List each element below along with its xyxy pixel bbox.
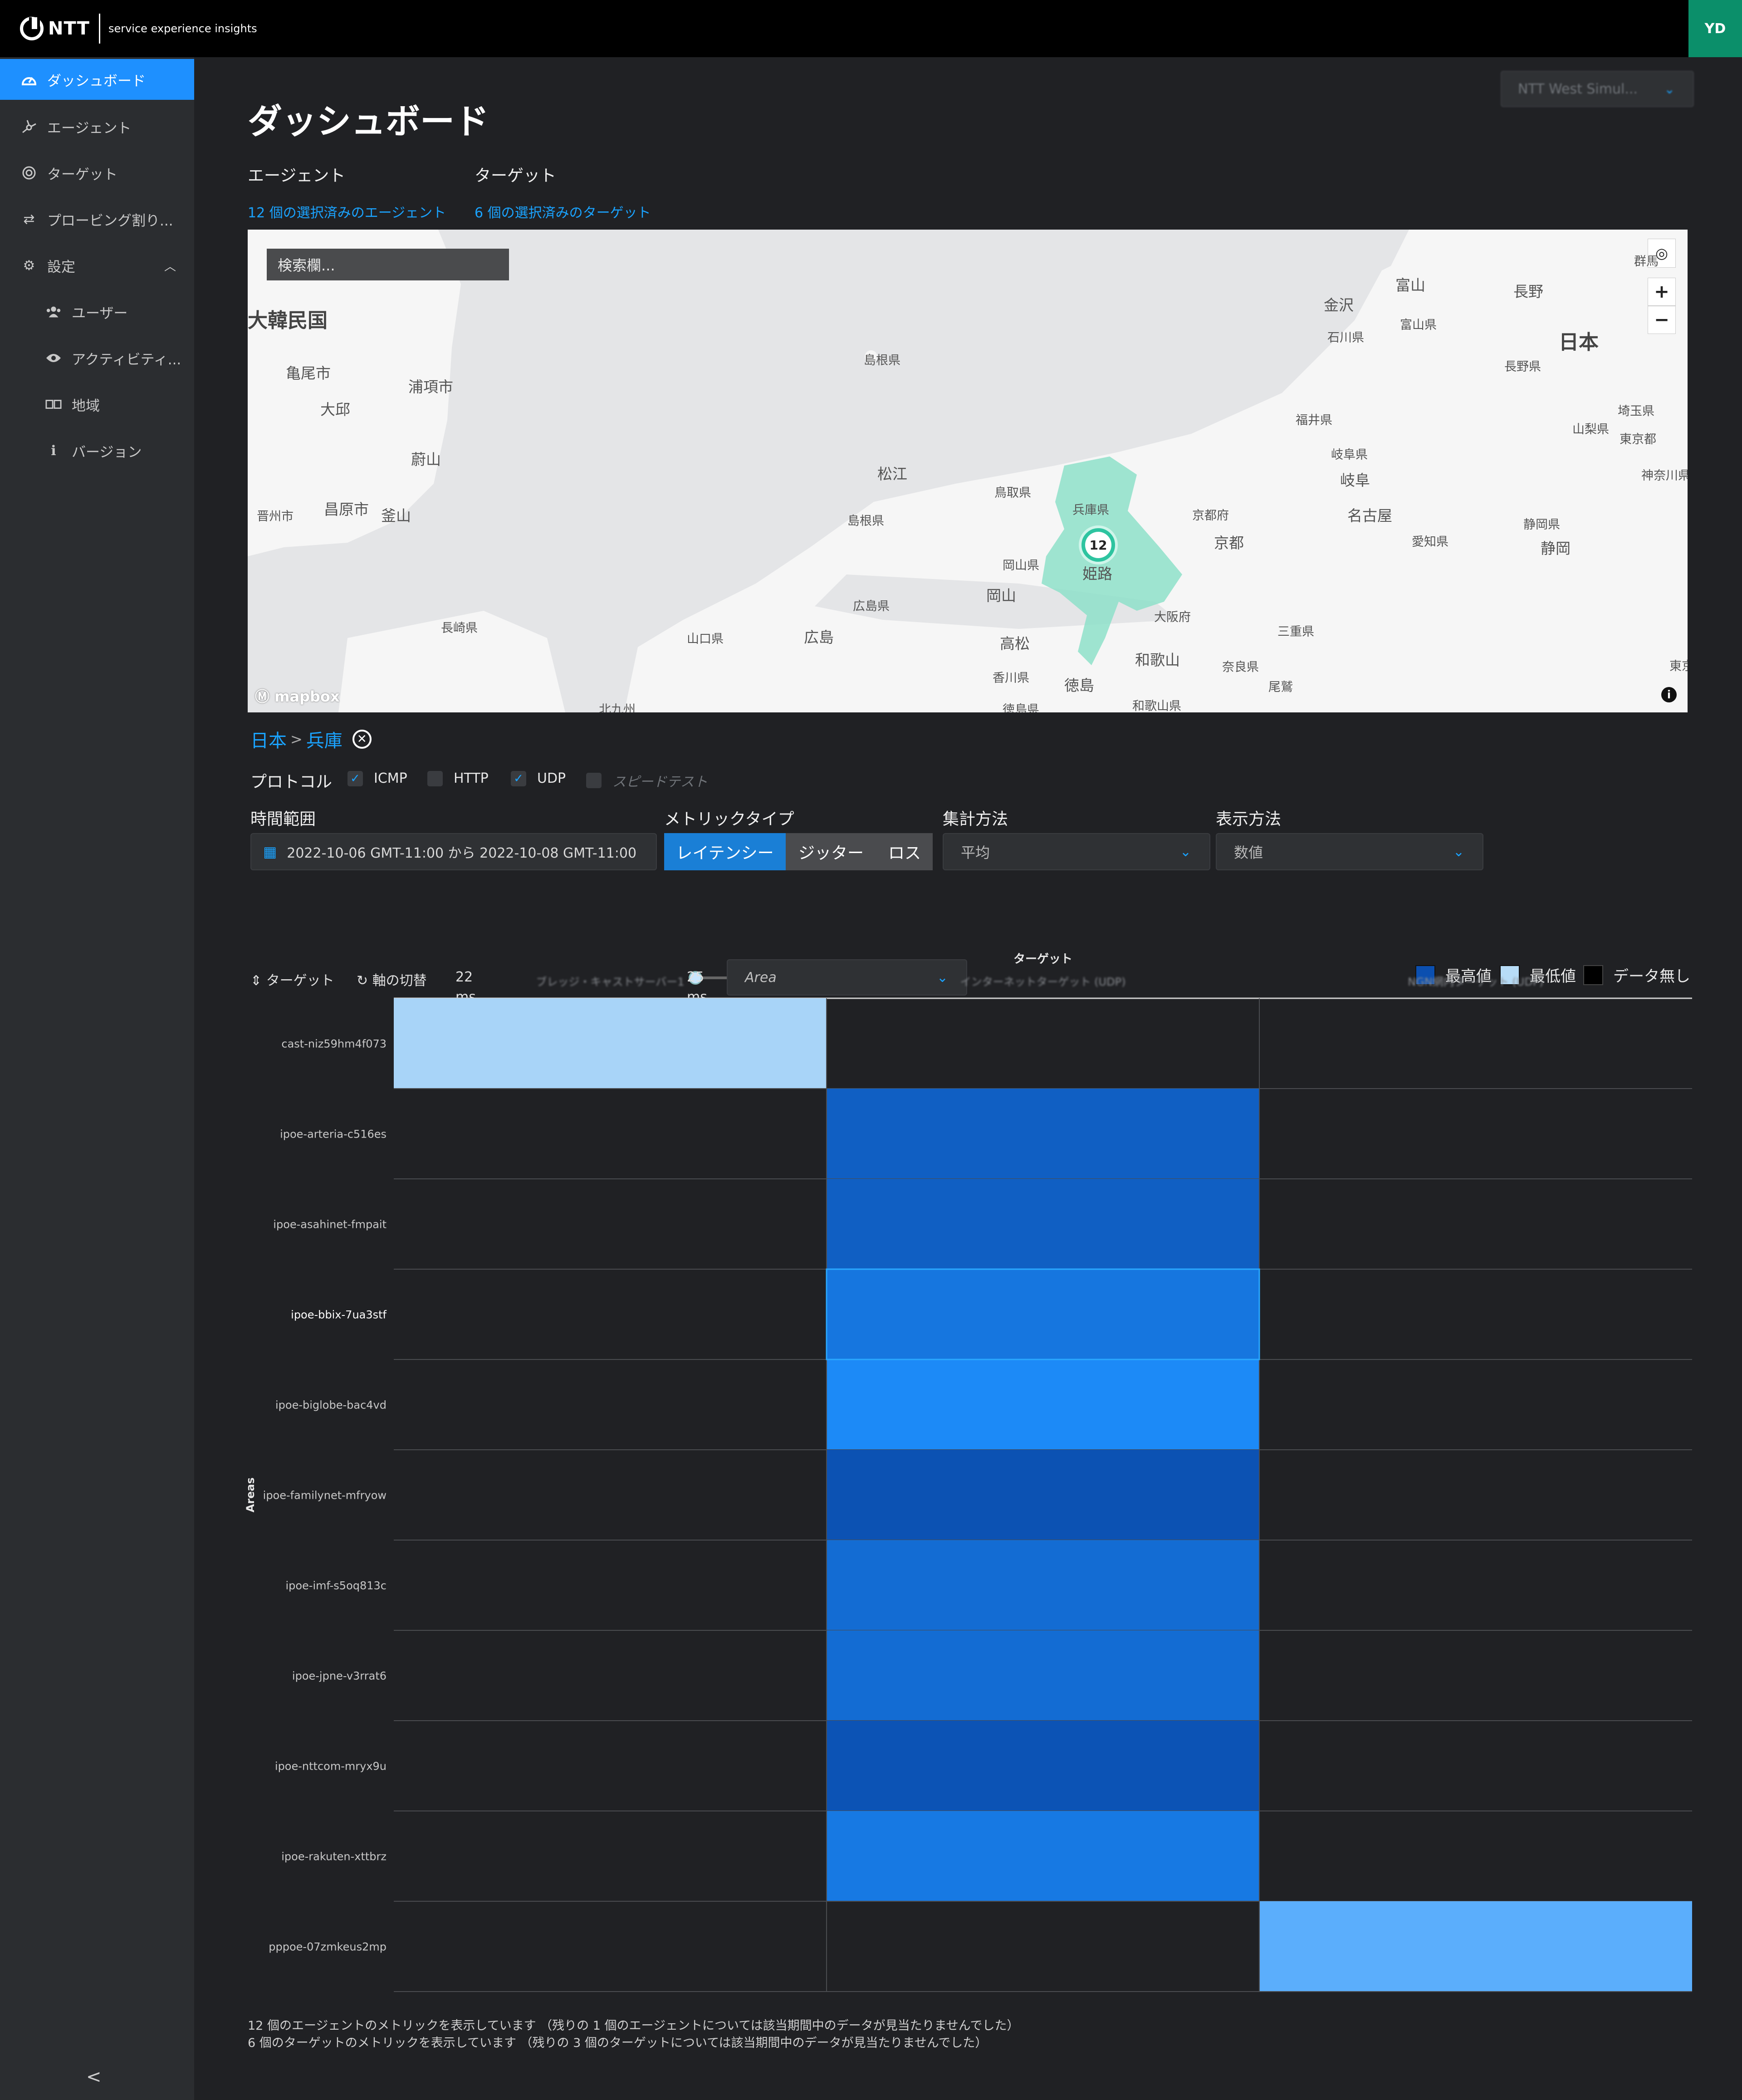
product-name: service experience insights xyxy=(108,22,257,35)
sidebar-item-label: 設定 xyxy=(47,259,75,275)
latency-heatmap: ターゲットブレッジ・キャストサーバー1 インターネットターゲット (UDP) NGN… xyxy=(244,952,1692,1992)
row-label: ipoe-familynet-mfryow xyxy=(263,1489,387,1502)
row-label: ipoe-asahinet-fmpait xyxy=(273,1218,387,1231)
sidebar-item-dashboard[interactable]: ダッシュボード xyxy=(0,59,194,100)
heatmap-cell xyxy=(827,1721,1259,1811)
target-icon xyxy=(21,165,37,181)
row-label: cast-niz59hm4f073 xyxy=(281,1038,387,1050)
footer-agent-note: 12 個のエージェントのメトリックを表示しています （残りの 1 個のエージェン… xyxy=(248,2019,1019,2033)
row-label: ipoe-biglobe-bac4vd xyxy=(275,1399,387,1412)
collapse-sidebar-button[interactable]: < xyxy=(86,2066,102,2087)
sidebar-item-label: 地域 xyxy=(72,397,100,414)
gear-icon: ⚙ xyxy=(23,257,35,274)
sidebar-item-activity[interactable]: アクティビティ... xyxy=(0,338,194,378)
row-label: ipoe-nttcom-mryx9u xyxy=(275,1760,387,1773)
heatmap-cell xyxy=(827,1450,1259,1540)
x-axis-title: ターゲット xyxy=(1013,952,1072,966)
ntt-logo-icon xyxy=(20,17,44,40)
swap-icon: ⇄ xyxy=(23,211,35,227)
ntt-logo[interactable]: NTT service experience insights xyxy=(20,14,257,44)
sidebar-item-label: ダッシュボード xyxy=(47,73,146,89)
heatmap-cell xyxy=(827,1359,1259,1450)
heatmap-cell xyxy=(827,1269,1259,1359)
row-label: ipoe-jpne-v3rrat6 xyxy=(292,1670,387,1683)
heatmap-cell xyxy=(827,1811,1259,1901)
sidebar-item-label: ユーザー xyxy=(72,305,128,322)
column-label: NGN網内ターゲット (UDP) xyxy=(1408,976,1543,988)
heatmap-cell xyxy=(827,1540,1259,1630)
sidebar-item-label: ターゲット xyxy=(47,166,117,183)
info-icon: ℹ xyxy=(51,442,56,459)
y-axis-title: Areas xyxy=(244,1477,257,1512)
app-window: NTT service experience insights YD ダッシュボ… xyxy=(0,0,1742,2100)
map-icon xyxy=(45,396,62,412)
column-label: インターネットターゲット (UDP) xyxy=(960,976,1126,988)
heatmap-cell xyxy=(827,1089,1259,1179)
sidebar-item-version[interactable]: ℹ バージョン xyxy=(0,430,194,471)
sidebar-item-probing[interactable]: ⇄ プロービング割り... xyxy=(0,199,194,240)
sidebar-item-settings[interactable]: ⚙ 設定 ︿ xyxy=(0,245,194,286)
logo-divider xyxy=(98,14,100,44)
sidebar-item-label: プロービング割り... xyxy=(47,212,173,229)
agent-icon xyxy=(21,118,37,135)
row-label: ipoe-arteria-c516es xyxy=(280,1128,387,1141)
users-icon xyxy=(45,304,62,320)
main-content: ダッシュボード NTT West Simul... ⌄ エージェント 12 個の… xyxy=(194,57,1742,2100)
sidebar-item-agents[interactable]: エージェント xyxy=(0,106,194,147)
chevron-up-icon: ︿ xyxy=(164,260,176,274)
brand-name: NTT xyxy=(48,18,90,39)
column-label: ブレッジ・キャストサーバー1 xyxy=(536,976,684,988)
row-label: pppoe-07zmkeus2mp xyxy=(269,1941,387,1953)
row-label: ipoe-rakuten-xttbrz xyxy=(281,1850,387,1863)
heatmap-cell xyxy=(827,1179,1259,1269)
row-label: ipoe-imf-s5oq813c xyxy=(285,1580,387,1592)
heatmap-cell xyxy=(394,998,827,1089)
sidebar-item-regions[interactable]: 地域 xyxy=(0,384,194,425)
sidebar-item-users[interactable]: ユーザー xyxy=(0,291,194,332)
sidebar-item-label: バージョン xyxy=(72,444,142,461)
heatmap-cell xyxy=(1259,1901,1692,1992)
sidebar: ダッシュボード エージェント ターゲット ⇄ プロービング割り... ⚙ 設定 … xyxy=(0,57,194,2100)
sidebar-item-targets[interactable]: ターゲット xyxy=(0,152,194,193)
eye-icon xyxy=(45,350,62,366)
sidebar-item-label: エージェント xyxy=(47,120,132,137)
user-avatar[interactable]: YD xyxy=(1688,0,1742,57)
dashboard-icon xyxy=(21,71,37,88)
heatmap-cell xyxy=(827,1630,1259,1721)
top-bar: NTT service experience insights YD xyxy=(0,0,1742,57)
row-label: ipoe-bbix-7ua3stf xyxy=(291,1309,387,1321)
sidebar-item-label: アクティビティ... xyxy=(72,351,181,368)
footer-target-note: 6 個のターゲットのメトリックを表示しています （残りの 3 個のターゲットにつ… xyxy=(248,2036,988,2050)
